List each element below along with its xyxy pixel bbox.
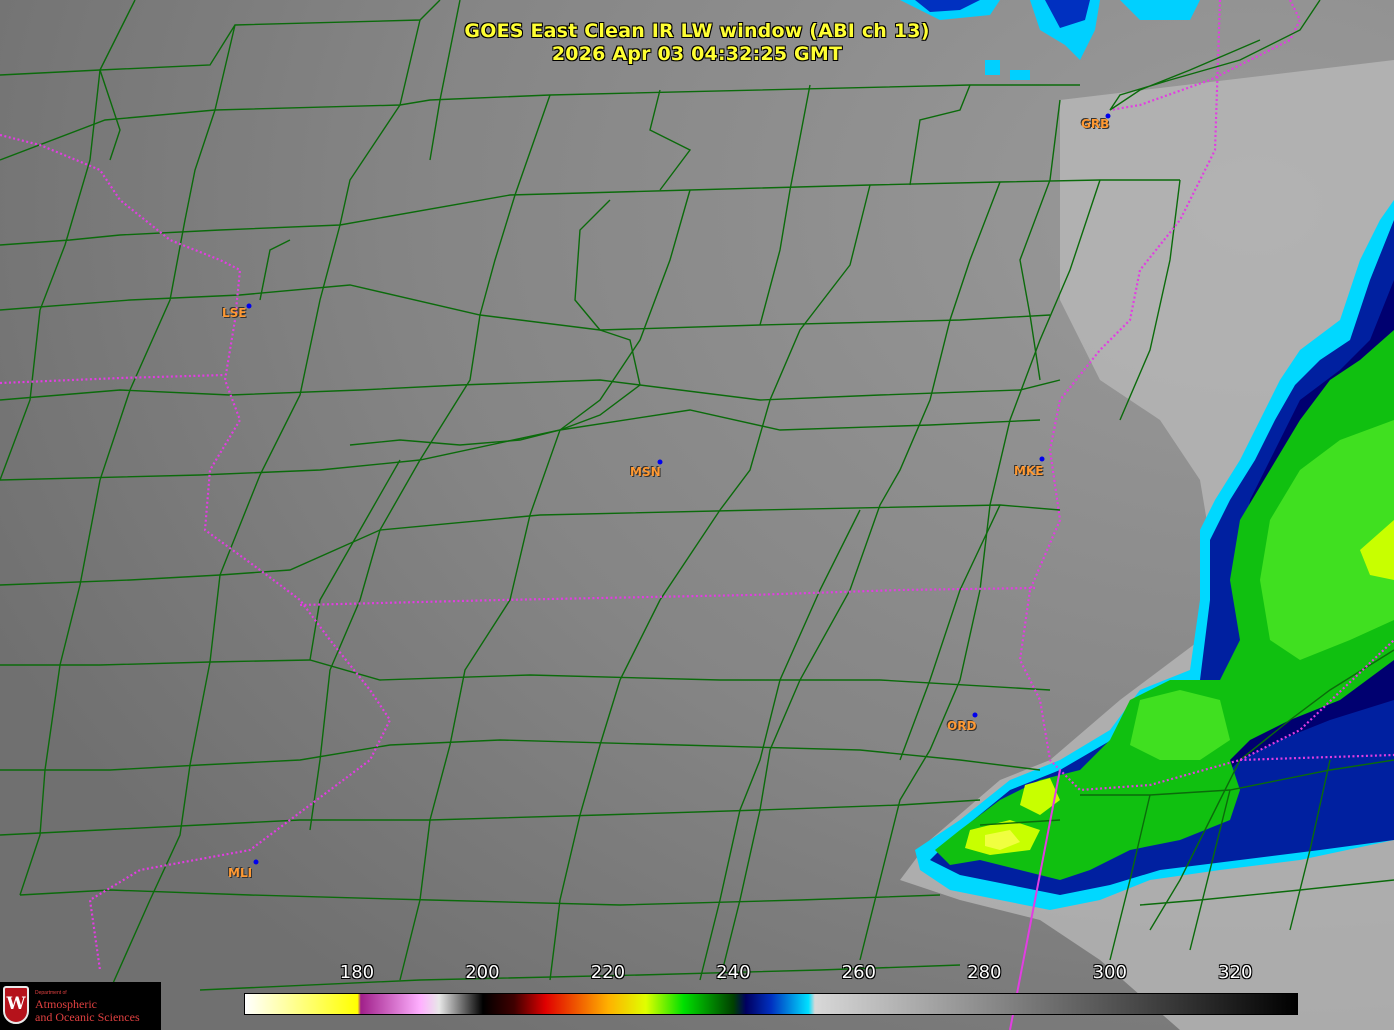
city-label-lse: LSE <box>222 306 247 320</box>
satellite-map <box>0 0 1394 1030</box>
colorbar-tick-320: 320 <box>1218 962 1253 983</box>
colorbar-tick-280: 280 <box>967 962 1002 983</box>
city-label-mke: MKE <box>1014 464 1044 478</box>
colorbar-tick-300: 300 <box>1092 962 1127 983</box>
temperature-colorbar <box>244 993 1298 1015</box>
mli-dot <box>253 859 259 865</box>
city-label-mli: MLI <box>228 866 253 880</box>
logo-dept-text: Department of <box>35 990 67 996</box>
lse-dot <box>246 303 252 309</box>
colorbar-tick-180: 180 <box>339 962 375 983</box>
map-timestamp: 2026 Apr 03 04:32:25 GMT <box>551 43 843 65</box>
city-label-ord: ORD <box>947 719 977 733</box>
aos-logo: W Department of Atmospheric and Oceanic … <box>0 982 161 1030</box>
colorbar-tick-200: 200 <box>465 962 500 983</box>
colorbar-tick-240: 240 <box>716 962 751 983</box>
colorbar-tick-260: 260 <box>841 962 877 983</box>
colorbar-tick-220: 220 <box>590 962 626 983</box>
mke-dot <box>1039 456 1045 462</box>
logo-line2: and Oceanic Sciences <box>35 1010 140 1024</box>
map-title: GOES East Clean IR LW window (ABI ch 13) <box>464 20 930 42</box>
city-label-msn: MSN <box>630 465 661 479</box>
uw-shield-icon: W <box>3 986 29 1024</box>
city-label-grb: GRB <box>1081 117 1110 131</box>
ord-dot <box>972 712 978 718</box>
msn-dot <box>657 459 663 465</box>
